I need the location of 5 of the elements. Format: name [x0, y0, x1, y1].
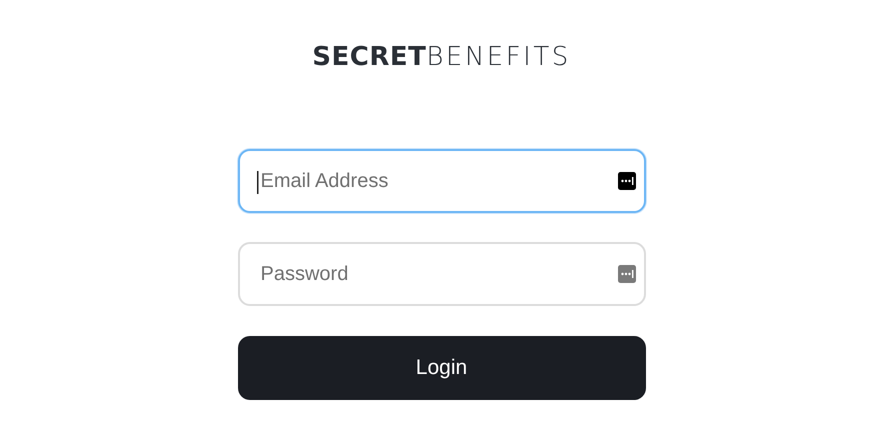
login-button[interactable]: Login — [238, 336, 646, 400]
input-field[interactable]: Password — [238, 242, 646, 306]
input-field[interactable]: Email Address — [238, 149, 646, 213]
password-manager-icon[interactable] — [618, 172, 636, 190]
logo: SECRETBENEFITS — [312, 42, 571, 72]
